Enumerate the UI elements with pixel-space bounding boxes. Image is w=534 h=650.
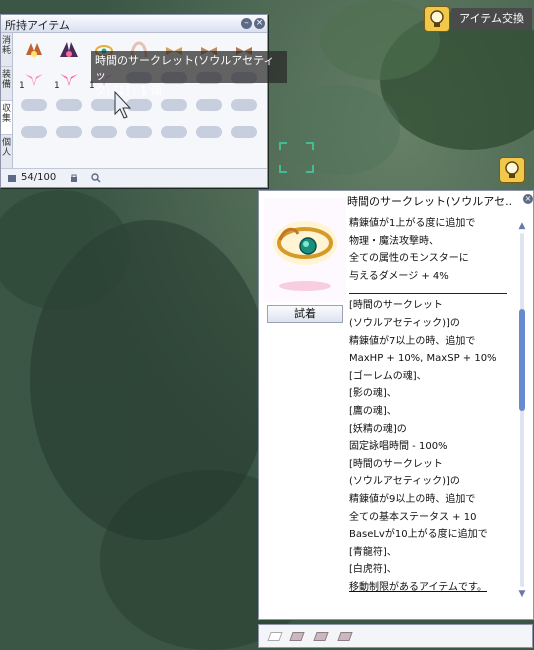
description-scrollbar[interactable]: ▲ ▼ — [517, 221, 527, 599]
description-line: [影の魂]、 — [349, 388, 397, 400]
item-quantity: 1 — [19, 81, 25, 91]
scroll-up-icon[interactable]: ▲ — [517, 221, 527, 231]
try-on-button[interactable]: 試着 — [267, 305, 343, 323]
inventory-tabs: 消耗 装備 収集 個人 — [1, 33, 13, 169]
dark-wing-icon — [60, 42, 78, 57]
inventory-slot[interactable] — [157, 118, 192, 145]
inventory-footer: 54/100 — [1, 168, 267, 187]
restriction-notice: 移動制限があるアイテムです。 — [349, 581, 487, 593]
description-separator — [349, 293, 507, 295]
empty-slot — [91, 126, 117, 138]
item-quantity: 1 — [54, 81, 60, 91]
empty-slot — [196, 126, 222, 138]
chat-mode-icon[interactable] — [337, 632, 353, 641]
mouse-cursor-icon — [114, 90, 132, 119]
description-line: 全ての基本ステータス + 10 — [349, 511, 477, 523]
description-line: (ソウルアセティック)]の — [349, 476, 460, 488]
lightbulb-icon — [424, 6, 450, 32]
wing-accessory-icon — [60, 74, 78, 86]
empty-slot — [56, 126, 82, 138]
description-line: 固定詠唱時間 - 100% — [349, 441, 448, 453]
description-line: MaxHP + 10%, MaxSP + 10% — [349, 353, 497, 365]
description-line: 精錬値が9以上の時、追加で — [349, 493, 476, 505]
inventory-slot[interactable] — [52, 37, 87, 64]
chat-mode-icon[interactable] — [289, 632, 305, 641]
bag-icon — [8, 175, 16, 182]
item-tooltip: 時間のサークレット(ソウルアセティッ ク) [1] : 1 個 — [91, 51, 287, 97]
description-line: 精錬値が7以上の時、追加で — [349, 335, 476, 347]
description-line: 全ての属性のモンスターに — [349, 253, 469, 265]
inventory-slot[interactable] — [52, 91, 87, 118]
empty-slot — [231, 126, 257, 138]
scroll-thumb[interactable] — [519, 309, 525, 411]
close-icon[interactable]: × — [523, 194, 533, 204]
empty-slot — [161, 99, 187, 111]
description-line: 与えるダメージ + 4% — [349, 270, 449, 282]
empty-slot — [126, 126, 152, 138]
close-icon[interactable]: × — [254, 18, 265, 29]
inventory-slot[interactable] — [17, 118, 52, 145]
inventory-count: 54/100 — [21, 172, 57, 183]
inventory-title: 所持アイテム — [5, 19, 70, 32]
description-line: (ソウルアセティック)]の — [349, 317, 460, 329]
circlet-icon — [273, 221, 337, 291]
description-line: [時間のサークレット — [349, 458, 443, 470]
item-image — [264, 198, 346, 302]
lightbulb-icon[interactable] — [499, 157, 525, 183]
item-description: 精錬値が1上がる度に追加で 物理・魔法攻撃時、 全ての属性のモンスターに 与える… — [349, 215, 513, 596]
item-detail-window: 時間のサークレット(ソウルアセ... × 試着 精錬値が1上がる度に追加で 物理… — [258, 190, 534, 620]
tab-collection[interactable]: 収集 — [1, 101, 12, 135]
tab-equipment[interactable]: 装備 — [1, 67, 12, 101]
description-line: [妖精の魂]の — [349, 423, 407, 435]
description-line: 精錬値が1上がる度に追加で — [349, 218, 476, 229]
item-exchange-button[interactable]: アイテム交換 — [424, 6, 532, 32]
tab-consumable[interactable]: 消耗 — [1, 33, 12, 67]
empty-slot — [196, 99, 222, 111]
minimize-icon[interactable]: – — [241, 18, 252, 29]
empty-slot — [161, 126, 187, 138]
item-exchange-label: アイテム交換 — [451, 8, 532, 30]
wing-accessory-icon — [25, 74, 43, 86]
empty-slot — [231, 99, 257, 111]
inventory-title-bar[interactable]: 所持アイテム – × — [1, 15, 267, 33]
wing-headgear-icon — [26, 43, 42, 57]
chat-mode-icon[interactable] — [267, 632, 283, 641]
chat-input-bar[interactable] — [258, 624, 533, 648]
detail-title: 時間のサークレット(ソウルアセ... — [347, 195, 512, 208]
inventory-slot[interactable] — [17, 91, 52, 118]
lock-icon[interactable] — [69, 173, 79, 183]
inventory-slot[interactable] — [192, 118, 227, 145]
tab-personal[interactable]: 個人 — [1, 135, 12, 169]
inventory-slot[interactable] — [87, 118, 122, 145]
tooltip-line: 時間のサークレット(ソウルアセティッ — [95, 54, 275, 82]
description-line: 物理・魔法攻撃時、 — [349, 235, 439, 247]
inventory-slot[interactable] — [227, 118, 262, 145]
search-icon[interactable] — [91, 173, 101, 183]
inventory-row — [17, 118, 263, 145]
inventory-slot[interactable]: 1 — [52, 64, 87, 91]
scroll-down-icon[interactable]: ▼ — [517, 589, 527, 599]
chat-mode-icon[interactable] — [313, 632, 329, 641]
description-line: [ゴーレムの魂]、 — [349, 370, 427, 382]
description-line: [白虎符]、 — [349, 564, 397, 576]
inventory-slot[interactable] — [17, 37, 52, 64]
inventory-slot[interactable] — [122, 118, 157, 145]
description-line: [青龍符]、 — [349, 546, 397, 558]
description-line: [鷹の魂]、 — [349, 405, 397, 417]
empty-slot — [21, 99, 47, 111]
inventory-window: 所持アイテム – × 消耗 装備 収集 個人 1 1 1 54/100 — [0, 14, 268, 188]
description-line: [時間のサークレット — [349, 300, 443, 312]
inventory-slot[interactable] — [52, 118, 87, 145]
empty-slot — [56, 99, 82, 111]
empty-slot — [21, 126, 47, 138]
inventory-slot[interactable]: 1 — [17, 64, 52, 91]
description-line: BaseLvが10上がる度に追加で — [349, 529, 488, 541]
